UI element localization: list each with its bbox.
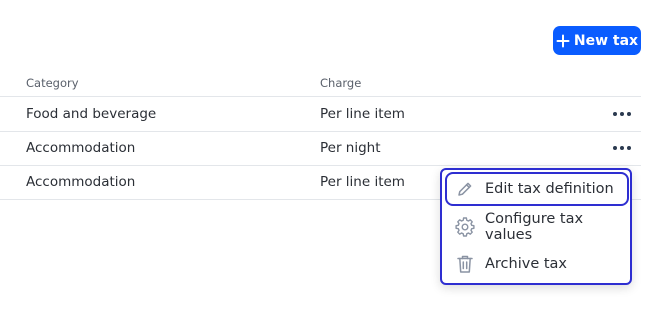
row-actions-button[interactable]: [612, 139, 632, 157]
column-header-charge: Charge: [320, 76, 362, 90]
tax-settings-page: New tax Category Charge Food and beverag…: [0, 0, 670, 328]
new-tax-button[interactable]: New tax: [553, 26, 641, 55]
more-dot-icon: [619, 111, 625, 117]
gear-icon: [455, 217, 475, 237]
more-dot-icon: [626, 111, 632, 117]
menu-item-label: Archive tax: [485, 256, 568, 272]
row-actions-menu: Edit tax definition Configure tax values: [440, 168, 632, 285]
menu-item-label: Configure tax values: [485, 211, 584, 243]
table-row: Accommodation Per night: [0, 131, 641, 166]
row-category: Accommodation: [26, 174, 136, 190]
row-charge: Per line item: [320, 174, 405, 190]
new-tax-button-label: New tax: [573, 32, 639, 49]
pencil-icon: [455, 179, 475, 199]
column-header-category: Category: [26, 76, 79, 90]
row-actions-button[interactable]: [612, 105, 632, 123]
menu-item-configure-tax-values[interactable]: Configure tax values: [445, 210, 629, 244]
more-dot-icon: [612, 145, 618, 151]
menu-item-label: Edit tax definition: [485, 181, 614, 197]
row-category: Food and beverage: [26, 106, 157, 122]
menu-item-archive-tax[interactable]: Archive tax: [445, 247, 629, 281]
menu-item-edit-tax-definition[interactable]: Edit tax definition: [445, 172, 629, 206]
table-header: Category Charge: [0, 70, 641, 97]
row-charge: Per night: [320, 140, 381, 156]
plus-icon: [556, 34, 570, 47]
more-dot-icon: [619, 145, 625, 151]
trash-icon: [455, 254, 475, 274]
more-dot-icon: [626, 145, 632, 151]
more-dot-icon: [612, 111, 618, 117]
table-row: Food and beverage Per line item: [0, 97, 641, 132]
row-category: Accommodation: [26, 140, 136, 156]
row-charge: Per line item: [320, 106, 405, 122]
